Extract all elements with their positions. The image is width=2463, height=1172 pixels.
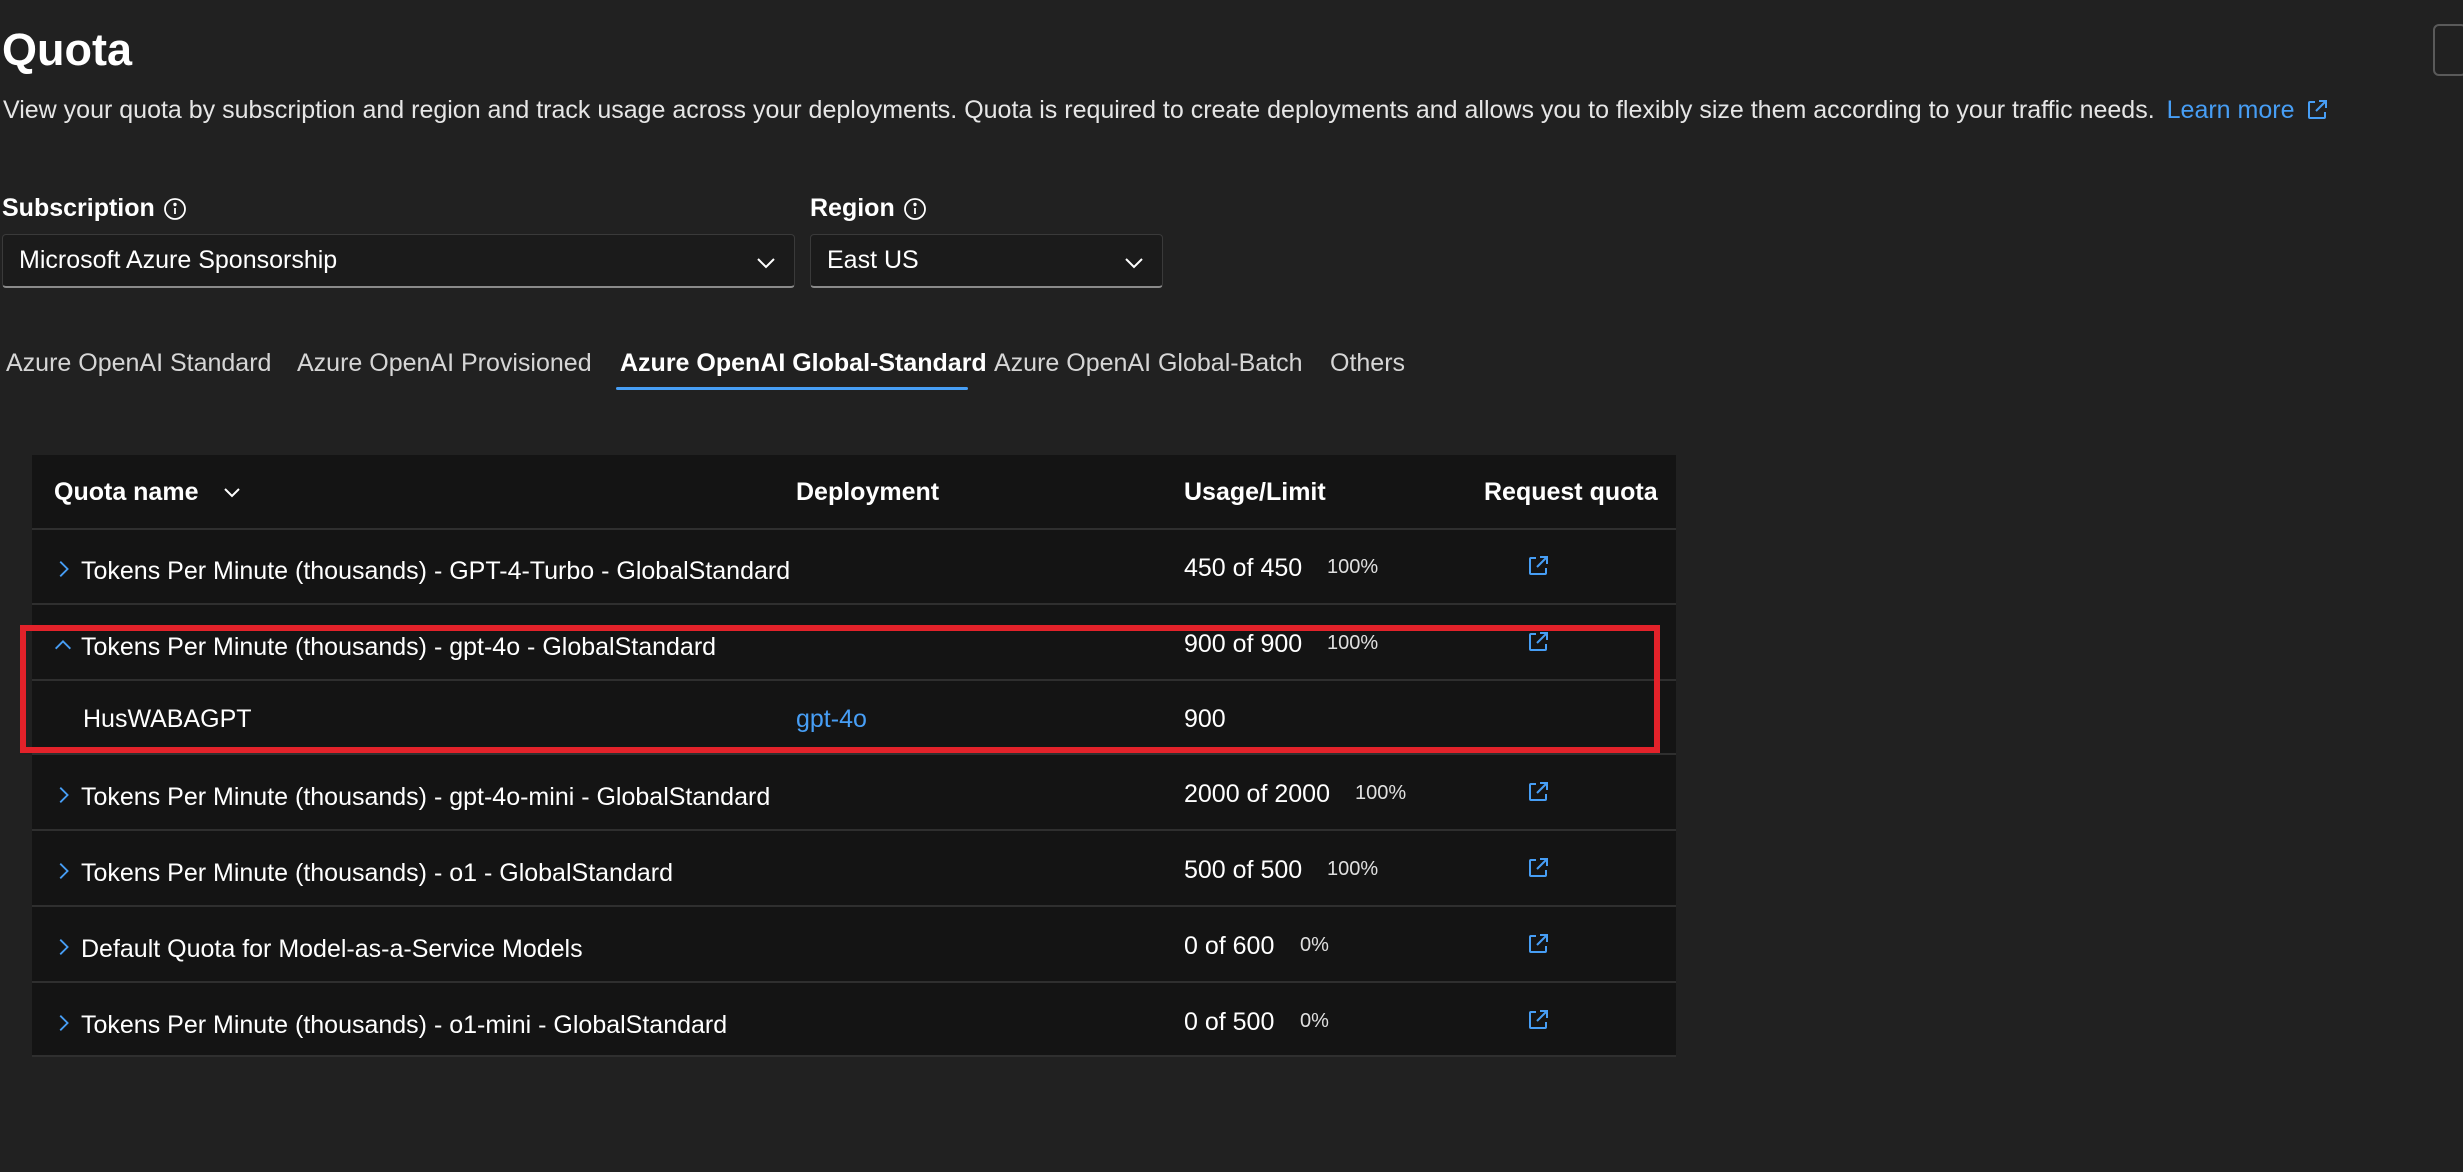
divider (32, 829, 1676, 831)
region-label-text: Region (810, 194, 895, 222)
tab-azure-openai-global-batch[interactable]: Azure OpenAI Global-Batch (994, 345, 1303, 381)
chevron-down-icon (1122, 251, 1146, 282)
info-icon[interactable] (903, 197, 926, 220)
tab-azure-openai-global-standard[interactable]: Azure OpenAI Global-Standard (620, 345, 987, 381)
divider (32, 981, 1676, 983)
deployment-usage: 900 (1184, 705, 1226, 733)
tab-azure-openai-provisioned[interactable]: Azure OpenAI Provisioned (297, 345, 592, 381)
learn-more-link[interactable]: Learn more (2167, 96, 2295, 124)
usage-limit: 450 of 450 (1184, 554, 1303, 582)
quota-name: Default Quota for Model-as-a-Service Mod… (81, 935, 583, 963)
external-link-icon[interactable] (1526, 780, 1550, 809)
chevron-right-icon[interactable] (52, 1012, 74, 1039)
deployment-name: HusWABAGPT (83, 705, 252, 733)
divider (32, 679, 1676, 681)
quota-name: Tokens Per Minute (thousands) - gpt-4o -… (81, 633, 717, 661)
usage-limit: 900 of 900 (1184, 630, 1303, 658)
chevron-right-icon[interactable] (52, 558, 74, 585)
usage-limit: 0 of 600 (1184, 932, 1275, 960)
region-value: East US (827, 246, 919, 274)
subscription-value: Microsoft Azure Sponsorship (19, 246, 338, 274)
usage-percent: 0% (1300, 934, 1329, 956)
usage-limit: 2000 of 2000 (1184, 780, 1330, 808)
divider (32, 603, 1676, 605)
subscription-label-text: Subscription (2, 194, 155, 222)
external-link-icon[interactable] (1526, 554, 1550, 583)
page-description: View your quota by subscription and regi… (3, 95, 2329, 129)
corner-button[interactable] (2433, 24, 2463, 76)
usage-percent: 0% (1300, 1010, 1329, 1032)
chevron-right-icon[interactable] (52, 860, 74, 887)
region-dropdown[interactable]: East US (810, 234, 1163, 288)
quota-name: Tokens Per Minute (thousands) - GPT-4-Tu… (81, 557, 791, 585)
external-link-icon[interactable] (1526, 856, 1550, 885)
tab-azure-openai-standard[interactable]: Azure OpenAI Standard (6, 345, 271, 381)
usage-percent: 100% (1327, 556, 1379, 578)
column-header-quota-name-text: Quota name (54, 478, 199, 506)
active-tab-indicator (616, 387, 968, 390)
usage-percent: 100% (1355, 782, 1407, 804)
external-link-icon[interactable] (1526, 932, 1550, 961)
column-header-quota-name[interactable]: Quota name (54, 455, 244, 529)
chevron-up-icon[interactable] (52, 634, 74, 661)
external-link-icon[interactable] (1526, 1008, 1550, 1037)
quota-name: Tokens Per Minute (thousands) - gpt-4o-m… (81, 783, 771, 811)
divider (32, 905, 1676, 907)
column-header-deployment: Deployment (796, 478, 940, 506)
usage-percent: 100% (1327, 632, 1379, 654)
chevron-right-icon[interactable] (52, 784, 74, 811)
chevron-down-icon (754, 251, 778, 282)
quota-name: Tokens Per Minute (thousands) - o1-mini … (81, 1011, 728, 1039)
info-icon[interactable] (163, 197, 186, 220)
chevron-right-icon[interactable] (52, 936, 74, 963)
subscription-label: Subscription (2, 193, 186, 223)
usage-limit: 0 of 500 (1184, 1008, 1275, 1036)
quota-table: Quota name Deployment Usage/Limit Reques… (32, 455, 1676, 1057)
chevron-down-icon[interactable] (220, 480, 244, 504)
external-link-icon[interactable] (1526, 630, 1550, 659)
region-label: Region (810, 193, 926, 223)
divider (32, 528, 1676, 530)
quota-name: Tokens Per Minute (thousands) - o1 - Glo… (81, 859, 673, 887)
tab-others[interactable]: Others (1330, 345, 1405, 381)
page-title: Quota (2, 24, 132, 75)
usage-limit: 500 of 500 (1184, 856, 1303, 884)
column-header-request-quota: Request quota (1484, 478, 1658, 506)
description-text: View your quota by subscription and regi… (3, 96, 2155, 124)
divider (32, 1055, 1676, 1057)
external-link-icon[interactable] (2305, 98, 2329, 129)
subscription-dropdown[interactable]: Microsoft Azure Sponsorship (2, 234, 795, 288)
divider (32, 753, 1676, 755)
deployment-link[interactable]: gpt-4o (796, 704, 867, 734)
usage-percent: 100% (1327, 858, 1379, 880)
column-header-usage-limit: Usage/Limit (1184, 478, 1326, 506)
